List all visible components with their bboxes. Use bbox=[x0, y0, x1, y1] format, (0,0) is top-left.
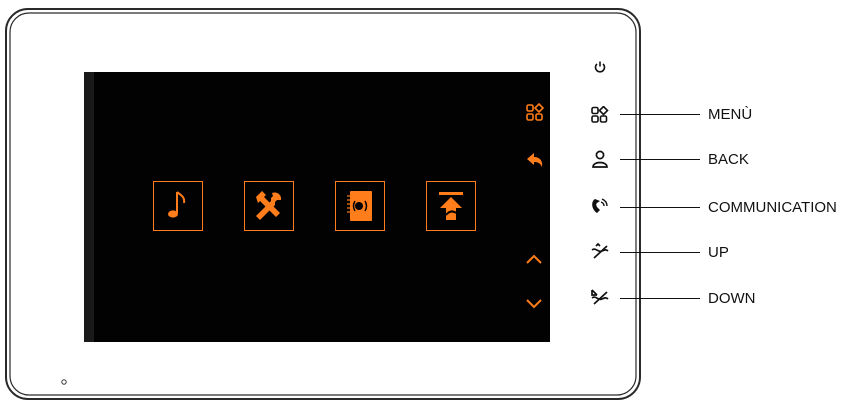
label-back: BACK bbox=[708, 151, 749, 168]
tile-music[interactable] bbox=[153, 181, 203, 231]
leader-line-down bbox=[620, 298, 700, 299]
tile-update[interactable] bbox=[426, 181, 476, 231]
person-icon[interactable] bbox=[590, 150, 610, 168]
chevron-up-icon[interactable] bbox=[524, 250, 544, 270]
menu-grid-icon[interactable] bbox=[525, 103, 545, 123]
handset-icon[interactable] bbox=[590, 197, 610, 215]
menu-grid-icon[interactable] bbox=[590, 106, 610, 124]
music-note-icon bbox=[168, 191, 186, 218]
down-symbol-icon[interactable] bbox=[590, 288, 610, 306]
back-arrow-icon[interactable] bbox=[525, 150, 545, 170]
leader-line-back bbox=[620, 159, 700, 160]
intercom-monitor-icon bbox=[347, 191, 372, 221]
power-icon[interactable] bbox=[593, 60, 607, 74]
label-communication: COMMUNICATION bbox=[708, 199, 837, 216]
leader-line-up bbox=[620, 252, 700, 253]
up-symbol-icon[interactable] bbox=[590, 242, 610, 260]
leader-line-menu bbox=[620, 114, 700, 115]
chevron-down-icon[interactable] bbox=[524, 293, 544, 313]
upload-arrow-icon bbox=[439, 192, 463, 220]
screen-bezel-edge bbox=[84, 72, 94, 342]
label-down: DOWN bbox=[708, 290, 756, 307]
label-up: UP bbox=[708, 244, 729, 261]
label-menu: MENÙ bbox=[708, 106, 753, 123]
tile-settings[interactable] bbox=[244, 181, 294, 231]
display-screen bbox=[84, 72, 550, 342]
tools-icon bbox=[256, 191, 282, 220]
leader-line-communication bbox=[620, 207, 700, 208]
tile-intercom[interactable] bbox=[335, 181, 385, 231]
